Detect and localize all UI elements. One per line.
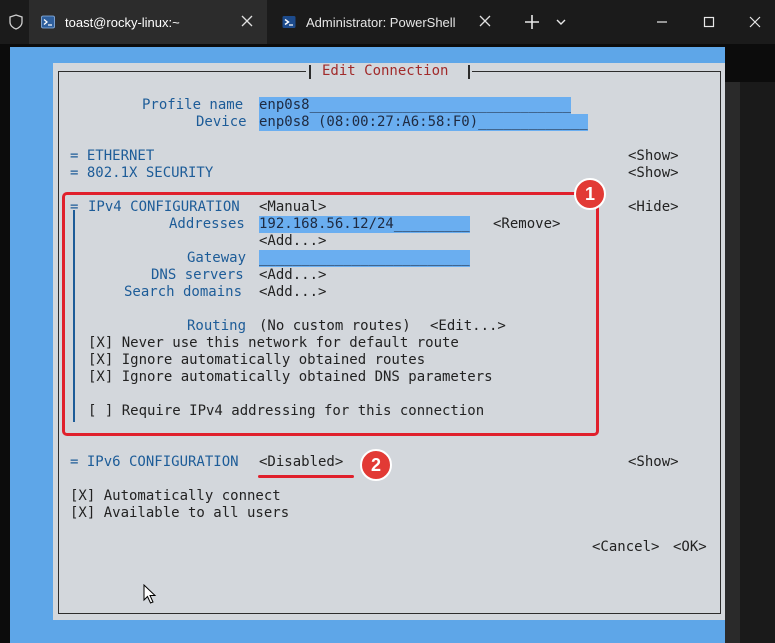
all-users-checkbox[interactable]: [X] Available to all users [70,505,289,522]
security-show-button[interactable]: <Show> [628,165,679,182]
ethernet-show-button[interactable]: <Show> [628,148,679,165]
title-bracket-right [468,65,470,79]
chevron-down-icon[interactable] [550,11,572,33]
ipv6-show-button[interactable]: <Show> [628,454,679,471]
close-icon[interactable] [477,13,493,29]
tab-powershell[interactable]: Administrator: PowerShell [270,0,505,44]
annotation-badge-2: 2 [360,449,392,481]
mouse-cursor-icon [143,584,157,604]
annotation-underline [258,475,354,478]
title-bracket-left [309,65,311,79]
window-title-bar: toast@rocky-linux:~ Administrator: Power… [0,0,775,44]
scrollbar[interactable] [725,82,740,643]
terminal-icon [41,15,55,29]
annotation-box [62,192,599,436]
ipv6-section-header: = IPv6 CONFIGURATION [70,454,239,470]
device-label: Device [196,114,247,130]
ipv4-hide-button[interactable]: <Hide> [628,199,679,216]
tab-title: Administrator: PowerShell [306,14,456,30]
profile-name-fill: _______________________________ [309,97,571,113]
tab-rocky-linux[interactable]: toast@rocky-linux:~ [29,0,267,44]
device-fill: _____________ [478,114,588,130]
powershell-icon [282,16,296,28]
device-value: enp0s8 (08:00:27:A6:58:F0) [259,114,479,130]
background-pane [740,82,775,643]
shield-icon[interactable] [8,14,24,30]
close-window-icon[interactable] [743,10,767,34]
ethernet-section: = ETHERNET [70,148,155,164]
device-input[interactable]: enp0s8 (08:00:27:A6:58:F0)_____________ [259,114,588,131]
ipv6-mode-dropdown[interactable]: <Disabled> [259,454,343,471]
close-icon[interactable] [239,13,255,29]
minimize-icon[interactable] [650,10,674,34]
profile-name-label: Profile name [142,97,244,113]
annotation-badge-1: 1 [574,178,606,210]
profile-name-value: enp0s8 [259,97,310,113]
maximize-icon[interactable] [697,10,721,34]
profile-name-input[interactable]: enp0s8_______________________________ [259,97,571,114]
cancel-button[interactable]: <Cancel> [592,539,659,556]
auto-connect-checkbox[interactable]: [X] Automatically connect [70,488,281,505]
ok-button[interactable]: <OK> [673,539,707,556]
tab-title: toast@rocky-linux:~ [65,14,180,30]
security-section: = 802.1X SECURITY [70,165,214,181]
dialog-title: Edit Connection [322,63,449,79]
new-tab-plus-icon[interactable] [521,11,543,33]
